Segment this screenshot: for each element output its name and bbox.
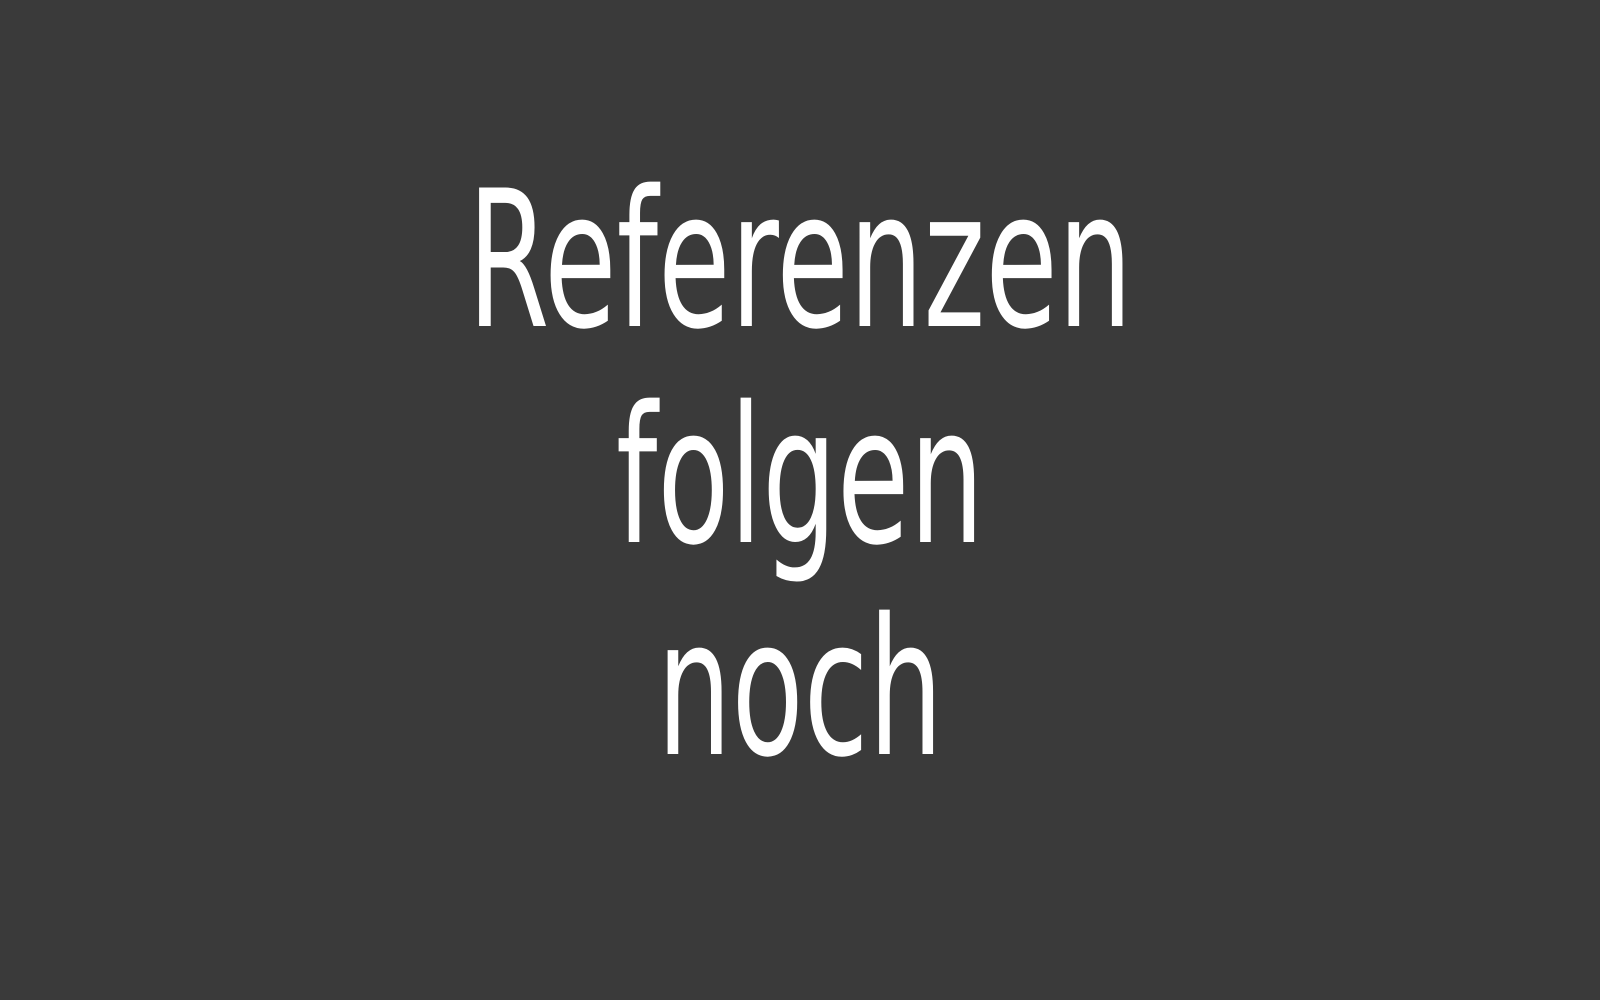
placeholder-message: Referenzen folgen noch	[0, 0, 1600, 1000]
message-line-3: noch	[656, 578, 944, 799]
message-line-2: folgen	[615, 366, 985, 587]
message-line-1: Referenzen	[467, 150, 1133, 371]
page-background: Referenzen folgen noch	[0, 0, 1600, 1000]
